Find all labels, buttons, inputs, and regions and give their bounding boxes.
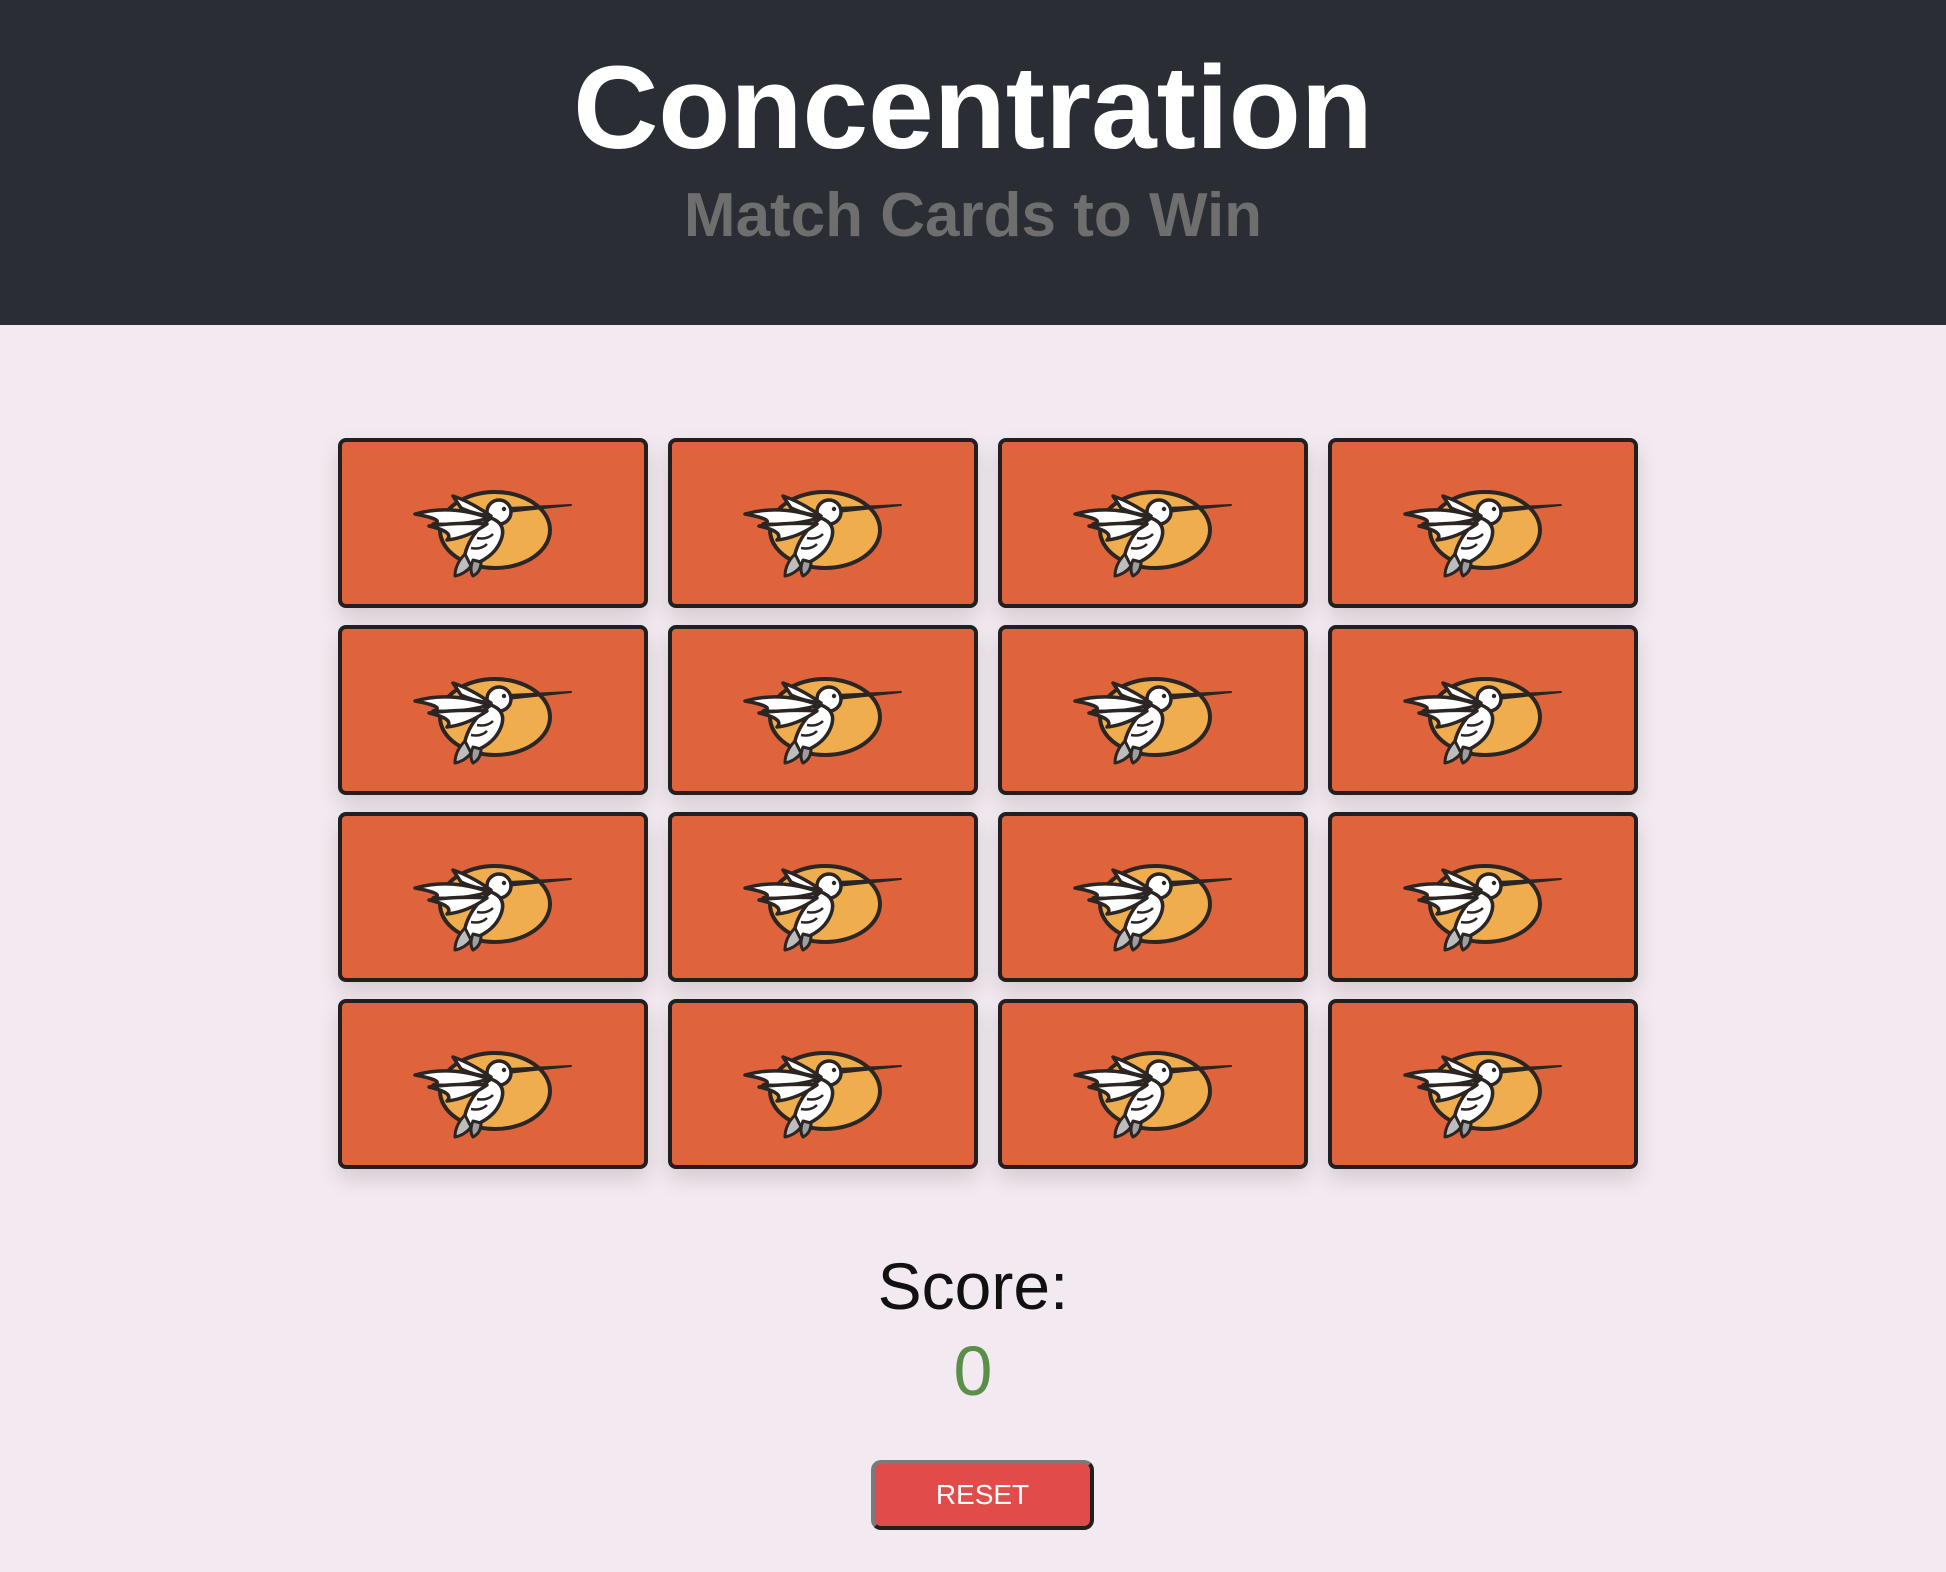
hummingbird-icon [1403,864,1562,952]
memory-card[interactable] [998,438,1308,608]
memory-card[interactable] [668,438,978,608]
hummingbird-icon [1073,1051,1232,1139]
score-value: 0 [953,1332,993,1410]
memory-card[interactable] [338,999,648,1169]
reset-button[interactable]: RESET [871,1460,1094,1530]
memory-card[interactable] [1328,625,1638,795]
hummingbird-icon [413,864,572,952]
page-header: Concentration Match Cards to Win [0,0,1946,325]
memory-card[interactable] [998,999,1308,1169]
hummingbird-icon [743,490,902,578]
hummingbird-icon [413,1051,572,1139]
hummingbird-icon [743,677,902,765]
memory-card[interactable] [668,812,978,982]
memory-card[interactable] [338,438,648,608]
hummingbird-icon [413,677,572,765]
memory-card[interactable] [998,625,1308,795]
hummingbird-icon [743,1051,902,1139]
page-subtitle: Match Cards to Win [683,181,1263,250]
hummingbird-icon [1403,677,1562,765]
memory-card[interactable] [668,625,978,795]
hummingbird-icon [1403,490,1562,578]
hummingbird-icon [413,490,572,578]
hummingbird-icon [1403,1051,1562,1139]
memory-card[interactable] [338,625,648,795]
hummingbird-icon [743,864,902,952]
hummingbird-icon [1073,677,1232,765]
memory-card[interactable] [668,999,978,1169]
memory-card[interactable] [338,812,648,982]
memory-card[interactable] [1328,812,1638,982]
card-board [338,438,1640,1172]
hummingbird-icon [1073,490,1232,578]
memory-card[interactable] [1328,438,1638,608]
memory-card[interactable] [998,812,1308,982]
hummingbird-icon [1073,864,1232,952]
page-title: Concentration [573,42,1373,174]
memory-card[interactable] [1328,999,1638,1169]
score-label: Score: [877,1249,1069,1323]
